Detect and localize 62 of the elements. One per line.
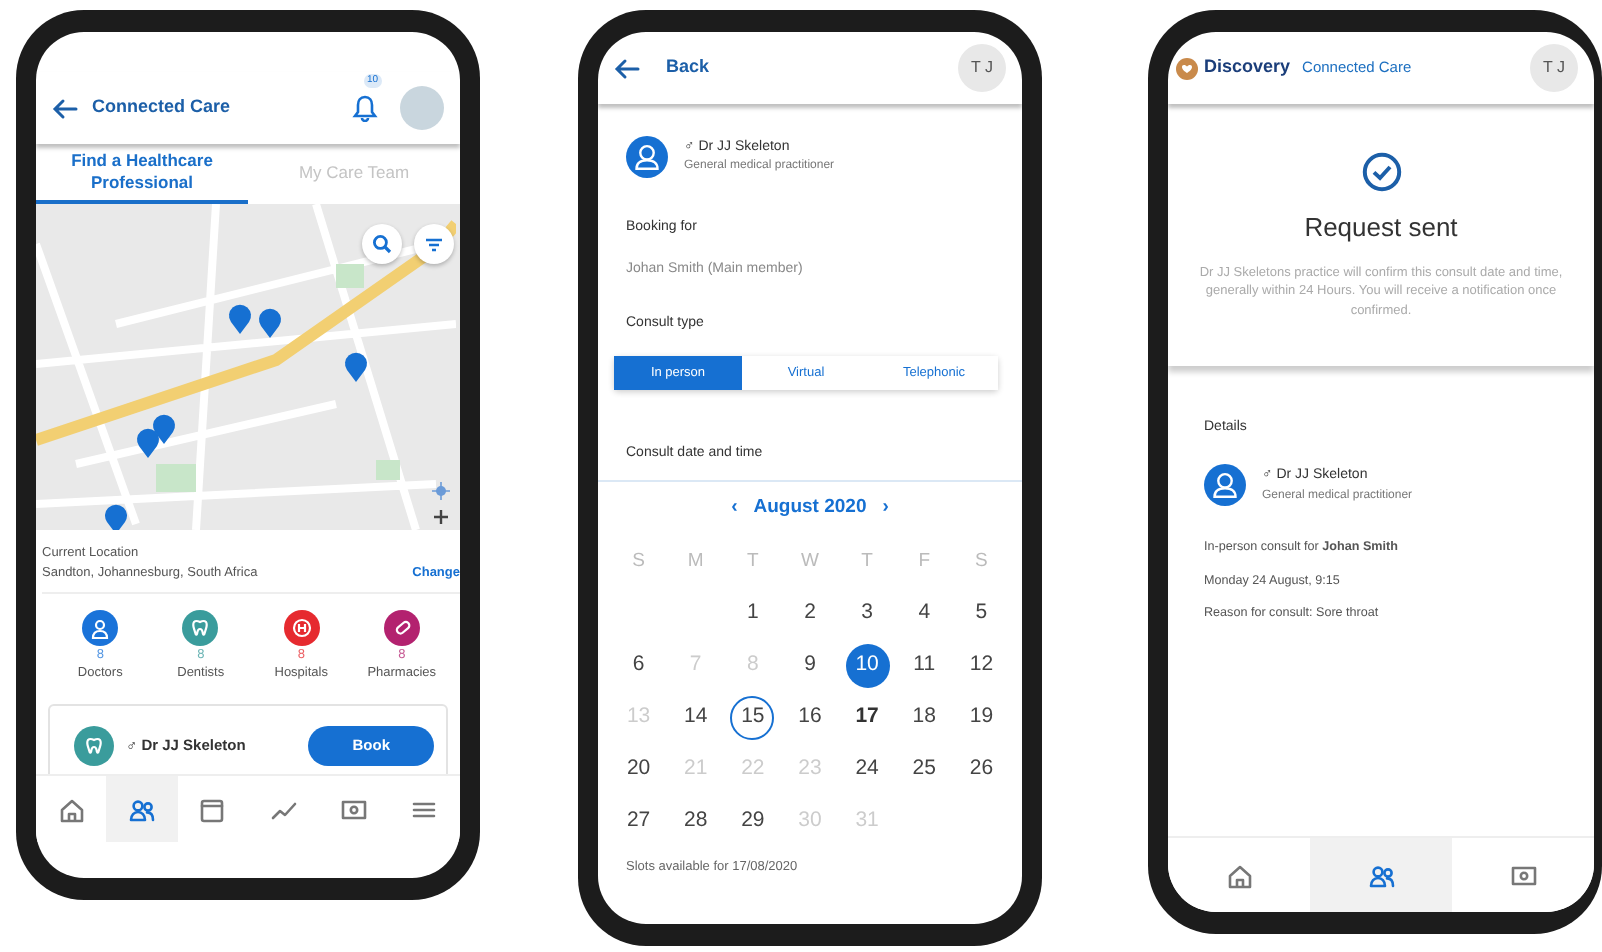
doctor-avatar-icon bbox=[626, 136, 668, 178]
doctor-avatar-icon bbox=[1204, 464, 1246, 507]
tooth-icon[interactable] bbox=[182, 609, 219, 645]
previous-month-button[interactable]: ‹ bbox=[731, 493, 738, 522]
calendar-day[interactable]: 9 bbox=[787, 644, 832, 688]
calendar-day[interactable]: 12 bbox=[959, 644, 1004, 688]
weekday-label: S bbox=[975, 547, 988, 576]
calendar-day[interactable]: 26 bbox=[959, 748, 1004, 792]
brand-name: Discovery bbox=[1204, 54, 1291, 81]
hospital-icon[interactable] bbox=[283, 609, 320, 645]
logo-icon bbox=[1176, 57, 1198, 79]
weekday-label: W bbox=[801, 547, 819, 576]
calendar-day[interactable]: 16 bbox=[787, 696, 832, 740]
calendar-day[interactable]: 1 bbox=[730, 592, 775, 636]
people-icon bbox=[127, 795, 156, 823]
calendar-day[interactable]: 24 bbox=[845, 748, 890, 792]
calendar-day[interactable]: 10 bbox=[845, 644, 890, 688]
calendar-day[interactable]: 29 bbox=[730, 800, 775, 844]
weekday-label: T bbox=[747, 547, 759, 576]
ticket-icon bbox=[339, 795, 368, 823]
next-month-button[interactable]: › bbox=[882, 493, 889, 522]
calendar-day[interactable]: 19 bbox=[959, 696, 1004, 740]
weekday-label: T bbox=[861, 547, 873, 576]
calendar-day[interactable]: 5 bbox=[959, 592, 1004, 636]
back-arrow-icon[interactable] bbox=[614, 57, 640, 79]
check-circle-icon bbox=[1361, 152, 1401, 192]
calendar-icon bbox=[198, 795, 227, 823]
bell-icon[interactable] bbox=[352, 92, 378, 123]
weekday-label: M bbox=[687, 547, 704, 576]
calendar-day[interactable]: 3 bbox=[845, 592, 890, 636]
home-icon bbox=[57, 795, 86, 823]
confirmation-title: Request sent bbox=[1302, 210, 1460, 246]
tooth-avatar-icon bbox=[74, 726, 114, 766]
calendar-day[interactable]: 11 bbox=[902, 644, 947, 688]
calendar-day[interactable]: 6 bbox=[616, 644, 661, 688]
zoom-in-icon[interactable] bbox=[434, 510, 448, 524]
people-icon bbox=[1367, 861, 1395, 889]
calendar-day[interactable]: 28 bbox=[673, 800, 718, 844]
search-icon bbox=[372, 234, 392, 254]
initials-avatar[interactable]: T J bbox=[1530, 44, 1578, 92]
calendar-day[interactable]: 27 bbox=[616, 800, 661, 844]
calendar-day[interactable]: 15 bbox=[730, 696, 775, 740]
initials-avatar[interactable]: T J bbox=[958, 44, 1006, 92]
back-arrow-icon[interactable] bbox=[52, 97, 78, 119]
calendar-day[interactable]: 4 bbox=[902, 592, 947, 636]
back-link[interactable]: Back bbox=[666, 54, 710, 82]
calendar-day[interactable]: 17 bbox=[845, 696, 890, 740]
ticket-icon bbox=[1509, 861, 1537, 889]
calendar-day[interactable]: 14 bbox=[673, 696, 718, 740]
home-icon bbox=[1225, 861, 1253, 889]
weekday-label: S bbox=[632, 547, 645, 576]
month-title: August 2020 bbox=[753, 493, 867, 522]
calendar-day[interactable]: 20 bbox=[616, 748, 661, 792]
filter-icon bbox=[424, 235, 444, 253]
calendar-day[interactable]: 18 bbox=[902, 696, 947, 740]
weekday-label: F bbox=[918, 547, 931, 576]
calendar-day[interactable]: 25 bbox=[902, 748, 947, 792]
pill-icon[interactable] bbox=[383, 609, 420, 645]
calendar-day[interactable]: 2 bbox=[787, 592, 832, 636]
doctor-icon[interactable] bbox=[82, 609, 119, 645]
screen-title: Connected Care bbox=[92, 94, 231, 121]
locate-icon[interactable] bbox=[432, 482, 450, 500]
